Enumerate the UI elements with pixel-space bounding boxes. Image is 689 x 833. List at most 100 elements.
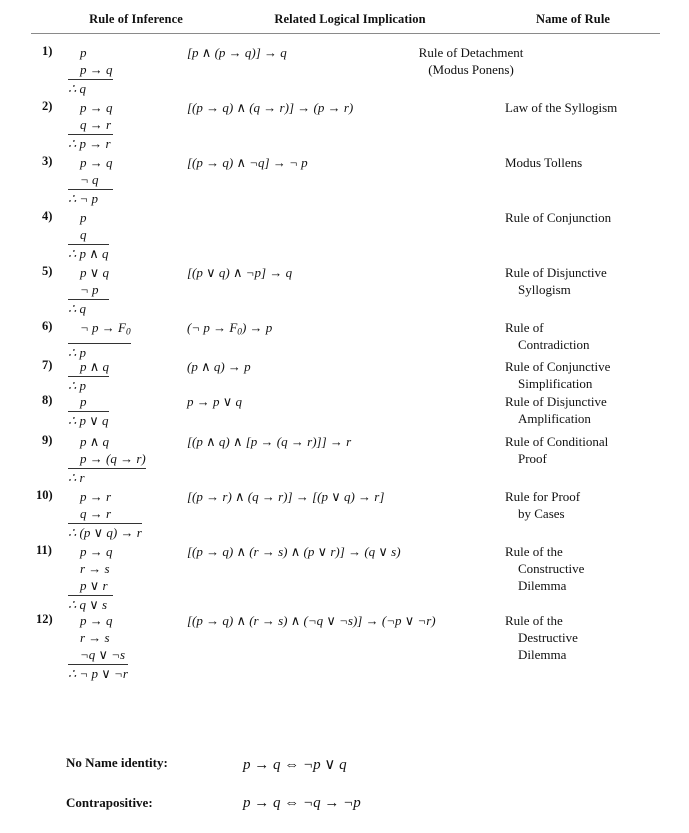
table-header-row: Rule of Inference Related Logical Implic…	[0, 12, 689, 34]
premise: q → r	[68, 116, 113, 135]
conclusion: ∴ p	[68, 378, 87, 393]
identity-label: Contrapositive:	[66, 795, 153, 810]
identity-expression: p → q ⇔ ¬p ∨ q	[243, 757, 347, 773]
rule-name: Rule of Disjunctive Syllogism	[505, 264, 607, 298]
premise: p → q	[80, 613, 113, 628]
rule-name-line: Constructive	[518, 561, 585, 576]
rule-name-line: Dilemma	[518, 647, 567, 662]
column-header-rule-of-inference: Rule of Inference	[89, 12, 183, 26]
logical-implication: [(p → r) ∧ (q → r)] → [(p ∨ q) → r]	[187, 489, 385, 504]
premise: ¬q ∨ ¬s	[68, 646, 128, 665]
premise: r → s	[80, 630, 110, 645]
premise: p ∧ q	[68, 358, 110, 377]
conclusion: ∴ p ∨ q	[68, 413, 109, 428]
inference-block: p → q r → s ¬q ∨ ¬s ∴ ¬ p ∨ ¬r	[68, 612, 128, 682]
premise: ¬ p	[68, 281, 110, 300]
inference-block: p → q r → sp ∨ r ∴ q ∨ s	[68, 543, 113, 613]
rule-name-line: Syllogism	[518, 282, 571, 297]
inference-block: ¬ p → F0 ∴ p	[68, 319, 131, 361]
logical-implication: [(p → q) ∧ (r → s) ∧ (p ∨ r)] → (q ∨ s)	[187, 544, 401, 559]
inference-block: p q ∴ p ∧ q	[68, 209, 109, 262]
rule-name: Rule of the Constructive Dilemma	[505, 543, 584, 594]
logical-implication: [(p → q) ∧ (r → s) ∧ (¬q ∨ ¬s)] → (¬p ∨ …	[187, 613, 436, 628]
rule-name: Law of the Syllogism	[505, 99, 617, 116]
column-header-related-logical-implication: Related Logical Implication	[274, 12, 426, 26]
rule-name-line: Modus Tollens	[505, 155, 583, 170]
rule-name-line: Rule for Proof	[505, 489, 581, 504]
rule-name-line: Rule of Detachment	[418, 45, 524, 60]
rule-number: 4)	[42, 209, 53, 223]
logical-implication: (p ∧ q) → p	[187, 359, 251, 374]
rule-name-line: Law of the Syllogism	[505, 100, 618, 115]
conclusion: ∴ q	[68, 81, 87, 96]
rule-name: Rule of Disjunctive Amplification	[505, 393, 607, 427]
premise: p	[68, 393, 109, 412]
rule-name-line: by Cases	[518, 506, 565, 521]
identity-expression: p → q ⇔ ¬q → ¬p	[243, 795, 361, 811]
rule-name-line: Rule of the	[505, 613, 563, 628]
rule-name: Rule of the Destructive Dilemma	[505, 612, 578, 663]
premise: p → q	[80, 100, 113, 115]
conclusion: ∴ q	[68, 301, 87, 316]
inference-block: p → rq → r ∴ (p ∨ q) → r	[68, 488, 142, 541]
logical-implication: [(p ∧ q) ∧ [p → (q → r)]] → r	[187, 434, 352, 449]
rule-number: 8)	[42, 393, 53, 407]
rule-name: Rule of Detachment (Modus Ponens)	[0, 44, 689, 78]
rule-name: Modus Tollens	[505, 154, 582, 171]
rule-number: 3)	[42, 154, 53, 168]
identity-label: No Name identity:	[66, 755, 168, 770]
premise: p → r	[80, 489, 112, 504]
conclusion: ∴ q ∨ s	[68, 597, 108, 612]
premise: p ∨ r	[68, 577, 113, 596]
premise: q → r	[68, 505, 142, 524]
inference-block: p → q ¬ q ∴ ¬ p	[68, 154, 113, 207]
conclusion: ∴ (p ∨ q) → r	[68, 525, 142, 540]
premise: r → s	[80, 561, 110, 576]
premise: ¬ p → F0	[68, 319, 131, 344]
rule-name: Rule of Conditional Proof	[505, 433, 608, 467]
rule-number: 5)	[42, 264, 53, 278]
premise: q	[68, 226, 109, 245]
premise: ¬ q	[68, 171, 113, 190]
inference-block: p ∧ q ∴ p	[68, 358, 110, 394]
inference-block: p ∴ p ∨ q	[68, 393, 109, 429]
rule-name: Rule for Proof by Cases	[505, 488, 580, 522]
rule-number: 11)	[36, 543, 52, 557]
premise: p → (q → r)	[68, 450, 146, 469]
rule-name-line: Simplification	[518, 376, 593, 391]
inference-block: p ∧ qp → (q → r) ∴ r	[68, 433, 146, 486]
conclusion: ∴ ¬ p	[68, 191, 99, 206]
logical-implication: [(p → q) ∧ (q → r)] → (p → r)	[187, 100, 354, 115]
conclusion: ∴ ¬ p ∨ ¬r	[68, 666, 128, 681]
premise: p → q	[80, 544, 113, 559]
rule-name-line: Dilemma	[518, 578, 567, 593]
conclusion: ∴ r	[68, 470, 85, 485]
premise: p	[80, 210, 87, 225]
rule-name-line: Rule of	[505, 320, 544, 335]
rule-name-line: Amplification	[518, 411, 591, 426]
column-header-name-of-rule: Name of Rule	[535, 12, 611, 26]
rule-number: 12)	[36, 612, 53, 626]
logical-implication: [(p → q) ∧ ¬q] → ¬ p	[187, 155, 308, 170]
rule-name-line: Rule of Conjunction	[505, 210, 612, 225]
rule-name: Rule of Conjunction	[505, 209, 611, 226]
conclusion: ∴ p ∧ q	[68, 246, 109, 261]
inference-block: p → qq → r ∴ p → r	[68, 99, 113, 152]
logic-rules-table-page: Rule of Inference Related Logical Implic…	[0, 0, 689, 833]
rule-number: 7)	[42, 358, 53, 372]
rule-name-line: Rule of Conditional	[505, 434, 609, 449]
rule-name-line: Destructive	[518, 630, 578, 645]
inference-block: p ∨ q ¬ p ∴ q	[68, 264, 110, 317]
header-divider	[31, 33, 660, 34]
conclusion: ∴ p → r	[68, 136, 111, 151]
rule-number: 9)	[42, 433, 53, 447]
logical-implication: [(p ∨ q) ∧ ¬p] → q	[187, 265, 293, 280]
rule-name-line: Rule of the	[505, 544, 563, 559]
premise: p → q	[80, 155, 113, 170]
rule-name-line: Proof	[518, 451, 547, 466]
rule-number: 2)	[42, 99, 53, 113]
rule-name-line: Rule of Disjunctive	[505, 265, 607, 280]
logical-implication: (¬ p → F0) → p	[187, 320, 273, 338]
premise: p ∨ q	[80, 265, 110, 280]
rule-name: Rule of Contradiction	[505, 319, 590, 353]
